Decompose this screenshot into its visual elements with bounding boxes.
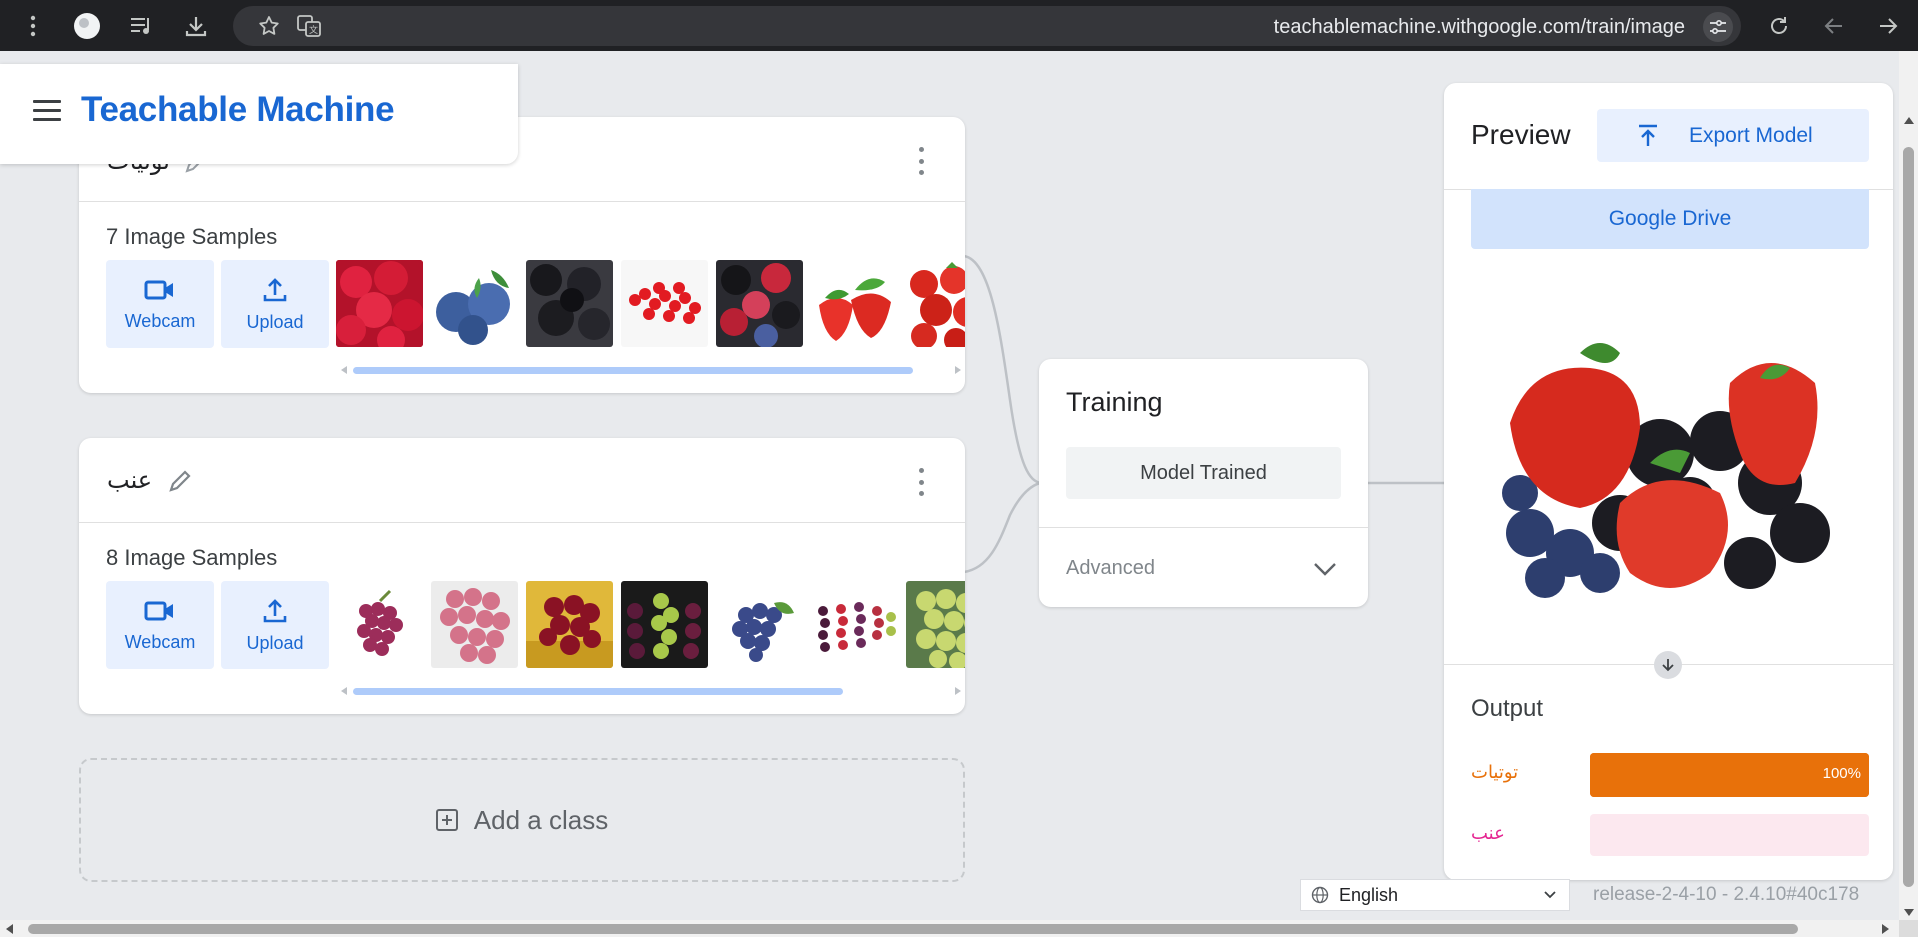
app-header: Teachable Machine bbox=[0, 64, 518, 164]
add-box-icon bbox=[435, 809, 458, 831]
class-card-2: عنب 8 Image Samples Webcam Upload bbox=[79, 438, 965, 714]
class-name[interactable]: عنب bbox=[107, 466, 152, 495]
thumbnail-redcurrants[interactable] bbox=[621, 260, 708, 347]
chevron-down-icon bbox=[1544, 891, 1556, 899]
thumbnail-mixed-berries[interactable] bbox=[716, 260, 803, 347]
tune-icon[interactable] bbox=[1703, 12, 1733, 42]
webcam-button[interactable]: Webcam bbox=[106, 581, 214, 669]
vertical-scrollbar[interactable] bbox=[1899, 51, 1918, 920]
webcam-label: Webcam bbox=[124, 310, 196, 331]
svg-text:文: 文 bbox=[309, 24, 318, 36]
edit-icon[interactable] bbox=[165, 466, 195, 496]
scrollbar-corner bbox=[1899, 920, 1918, 937]
upload-button[interactable]: Upload bbox=[221, 581, 329, 669]
thumbnail-red-grapes-plate[interactable] bbox=[526, 581, 613, 668]
output-label-2: عنب bbox=[1471, 823, 1505, 843]
download-icon[interactable] bbox=[182, 12, 210, 40]
language-value: English bbox=[1339, 884, 1399, 905]
release-version: release-2-4-10 - 2.4.10#40c178 bbox=[1593, 884, 1860, 905]
upload-icon bbox=[263, 598, 287, 622]
reload-icon[interactable] bbox=[1765, 12, 1793, 40]
scroll-right-icon[interactable] bbox=[1882, 924, 1889, 934]
star-icon[interactable] bbox=[255, 12, 283, 40]
profile-icon[interactable] bbox=[73, 12, 101, 40]
thumbnail-red-grapes[interactable] bbox=[336, 581, 423, 668]
scroll-right-icon[interactable] bbox=[955, 687, 961, 695]
preview-image bbox=[1500, 333, 1837, 613]
upload-label: Upload bbox=[246, 632, 304, 653]
app-title[interactable]: Teachable Machine bbox=[81, 90, 395, 130]
output-title: Output bbox=[1471, 695, 1544, 722]
add-class-button[interactable]: Add a class bbox=[79, 758, 965, 882]
scrollbar-thumb[interactable] bbox=[353, 367, 913, 374]
arrow-down-icon[interactable] bbox=[1654, 651, 1682, 679]
samples-count: 7 Image Samples bbox=[106, 224, 278, 249]
sample-thumbnails bbox=[336, 260, 965, 348]
scroll-right-icon[interactable] bbox=[955, 366, 961, 374]
thumbnail-strawberries[interactable] bbox=[811, 260, 898, 347]
export-model-button[interactable]: Export Model bbox=[1597, 109, 1869, 162]
address-bar[interactable]: 文 teachablemachine.withgoogle.com/train/… bbox=[233, 6, 1741, 46]
upload-label: Upload bbox=[246, 311, 304, 332]
thumbnail-strawberries-pile[interactable] bbox=[906, 260, 965, 347]
scroll-left-icon[interactable] bbox=[341, 687, 347, 695]
menu-icon[interactable] bbox=[33, 100, 61, 124]
thumbnail-raspberries[interactable] bbox=[336, 260, 423, 347]
upload-button[interactable]: Upload bbox=[221, 260, 329, 348]
forward-icon[interactable] bbox=[1874, 12, 1902, 40]
scroll-up-icon[interactable] bbox=[1904, 117, 1914, 124]
browser-toolbar: 文 teachablemachine.withgoogle.com/train/… bbox=[0, 0, 1918, 51]
output-label-1: توتيات bbox=[1471, 762, 1519, 782]
confidence-bar-1: 100% bbox=[1590, 753, 1869, 797]
model-trained-button[interactable]: Model Trained bbox=[1066, 447, 1341, 499]
horizontal-scrollbar[interactable] bbox=[0, 920, 1918, 937]
upload-icon bbox=[1639, 124, 1657, 146]
url-text[interactable]: teachablemachine.withgoogle.com/train/im… bbox=[1274, 16, 1685, 39]
preview-title: Preview bbox=[1471, 119, 1571, 150]
thumbnail-pink-grapes[interactable] bbox=[431, 581, 518, 668]
webcam-button[interactable]: Webcam bbox=[106, 260, 214, 348]
translate-icon[interactable]: 文 bbox=[295, 12, 323, 40]
thumbnail-grape-varieties[interactable] bbox=[811, 581, 898, 668]
scroll-left-icon[interactable] bbox=[6, 924, 13, 934]
sample-thumbnails bbox=[336, 581, 965, 669]
divider bbox=[1039, 527, 1368, 528]
google-drive-button[interactable]: Google Drive bbox=[1471, 189, 1869, 249]
preview-panel: Preview Export Model Google Drive Output… bbox=[1444, 83, 1893, 880]
add-class-label: Add a class bbox=[473, 804, 609, 835]
confidence-percent-1: 100% bbox=[1822, 765, 1861, 782]
scrollbar-thumb[interactable] bbox=[1903, 147, 1914, 887]
webcam-icon bbox=[144, 280, 173, 299]
thumbnail-blue-grapes[interactable] bbox=[716, 581, 803, 668]
class-options-icon[interactable] bbox=[917, 468, 925, 496]
language-select[interactable]: English bbox=[1300, 879, 1570, 911]
webcam-icon bbox=[144, 601, 173, 620]
thumbnail-mixed-grapes[interactable] bbox=[621, 581, 708, 668]
thumbnail-green-grapes[interactable] bbox=[906, 581, 965, 668]
class-header: عنب bbox=[79, 438, 965, 523]
thumbnail-scrollbar[interactable] bbox=[341, 365, 961, 375]
training-title: Training bbox=[1066, 387, 1163, 417]
chevron-down-icon[interactable] bbox=[1312, 556, 1338, 582]
scroll-down-icon[interactable] bbox=[1904, 909, 1914, 916]
webcam-label: Webcam bbox=[124, 631, 196, 652]
export-model-label: Export Model bbox=[1689, 123, 1813, 147]
media-icon[interactable] bbox=[128, 12, 156, 40]
scrollbar-thumb[interactable] bbox=[353, 688, 843, 695]
thumbnail-scrollbar[interactable] bbox=[341, 686, 961, 696]
more-vert-icon[interactable] bbox=[19, 12, 47, 40]
upload-icon bbox=[263, 277, 287, 301]
training-card: Training Model Trained Advanced bbox=[1039, 359, 1368, 607]
back-icon[interactable] bbox=[1820, 12, 1848, 40]
class-options-icon[interactable] bbox=[917, 147, 925, 175]
thumbnail-blackberries[interactable] bbox=[526, 260, 613, 347]
scroll-left-icon[interactable] bbox=[341, 366, 347, 374]
confidence-bar-2 bbox=[1590, 814, 1869, 856]
advanced-toggle[interactable]: Advanced bbox=[1066, 557, 1155, 580]
globe-icon bbox=[1311, 886, 1329, 904]
samples-count: 8 Image Samples bbox=[106, 545, 278, 570]
scrollbar-thumb[interactable] bbox=[28, 924, 1798, 934]
thumbnail-blueberries[interactable] bbox=[431, 260, 518, 347]
